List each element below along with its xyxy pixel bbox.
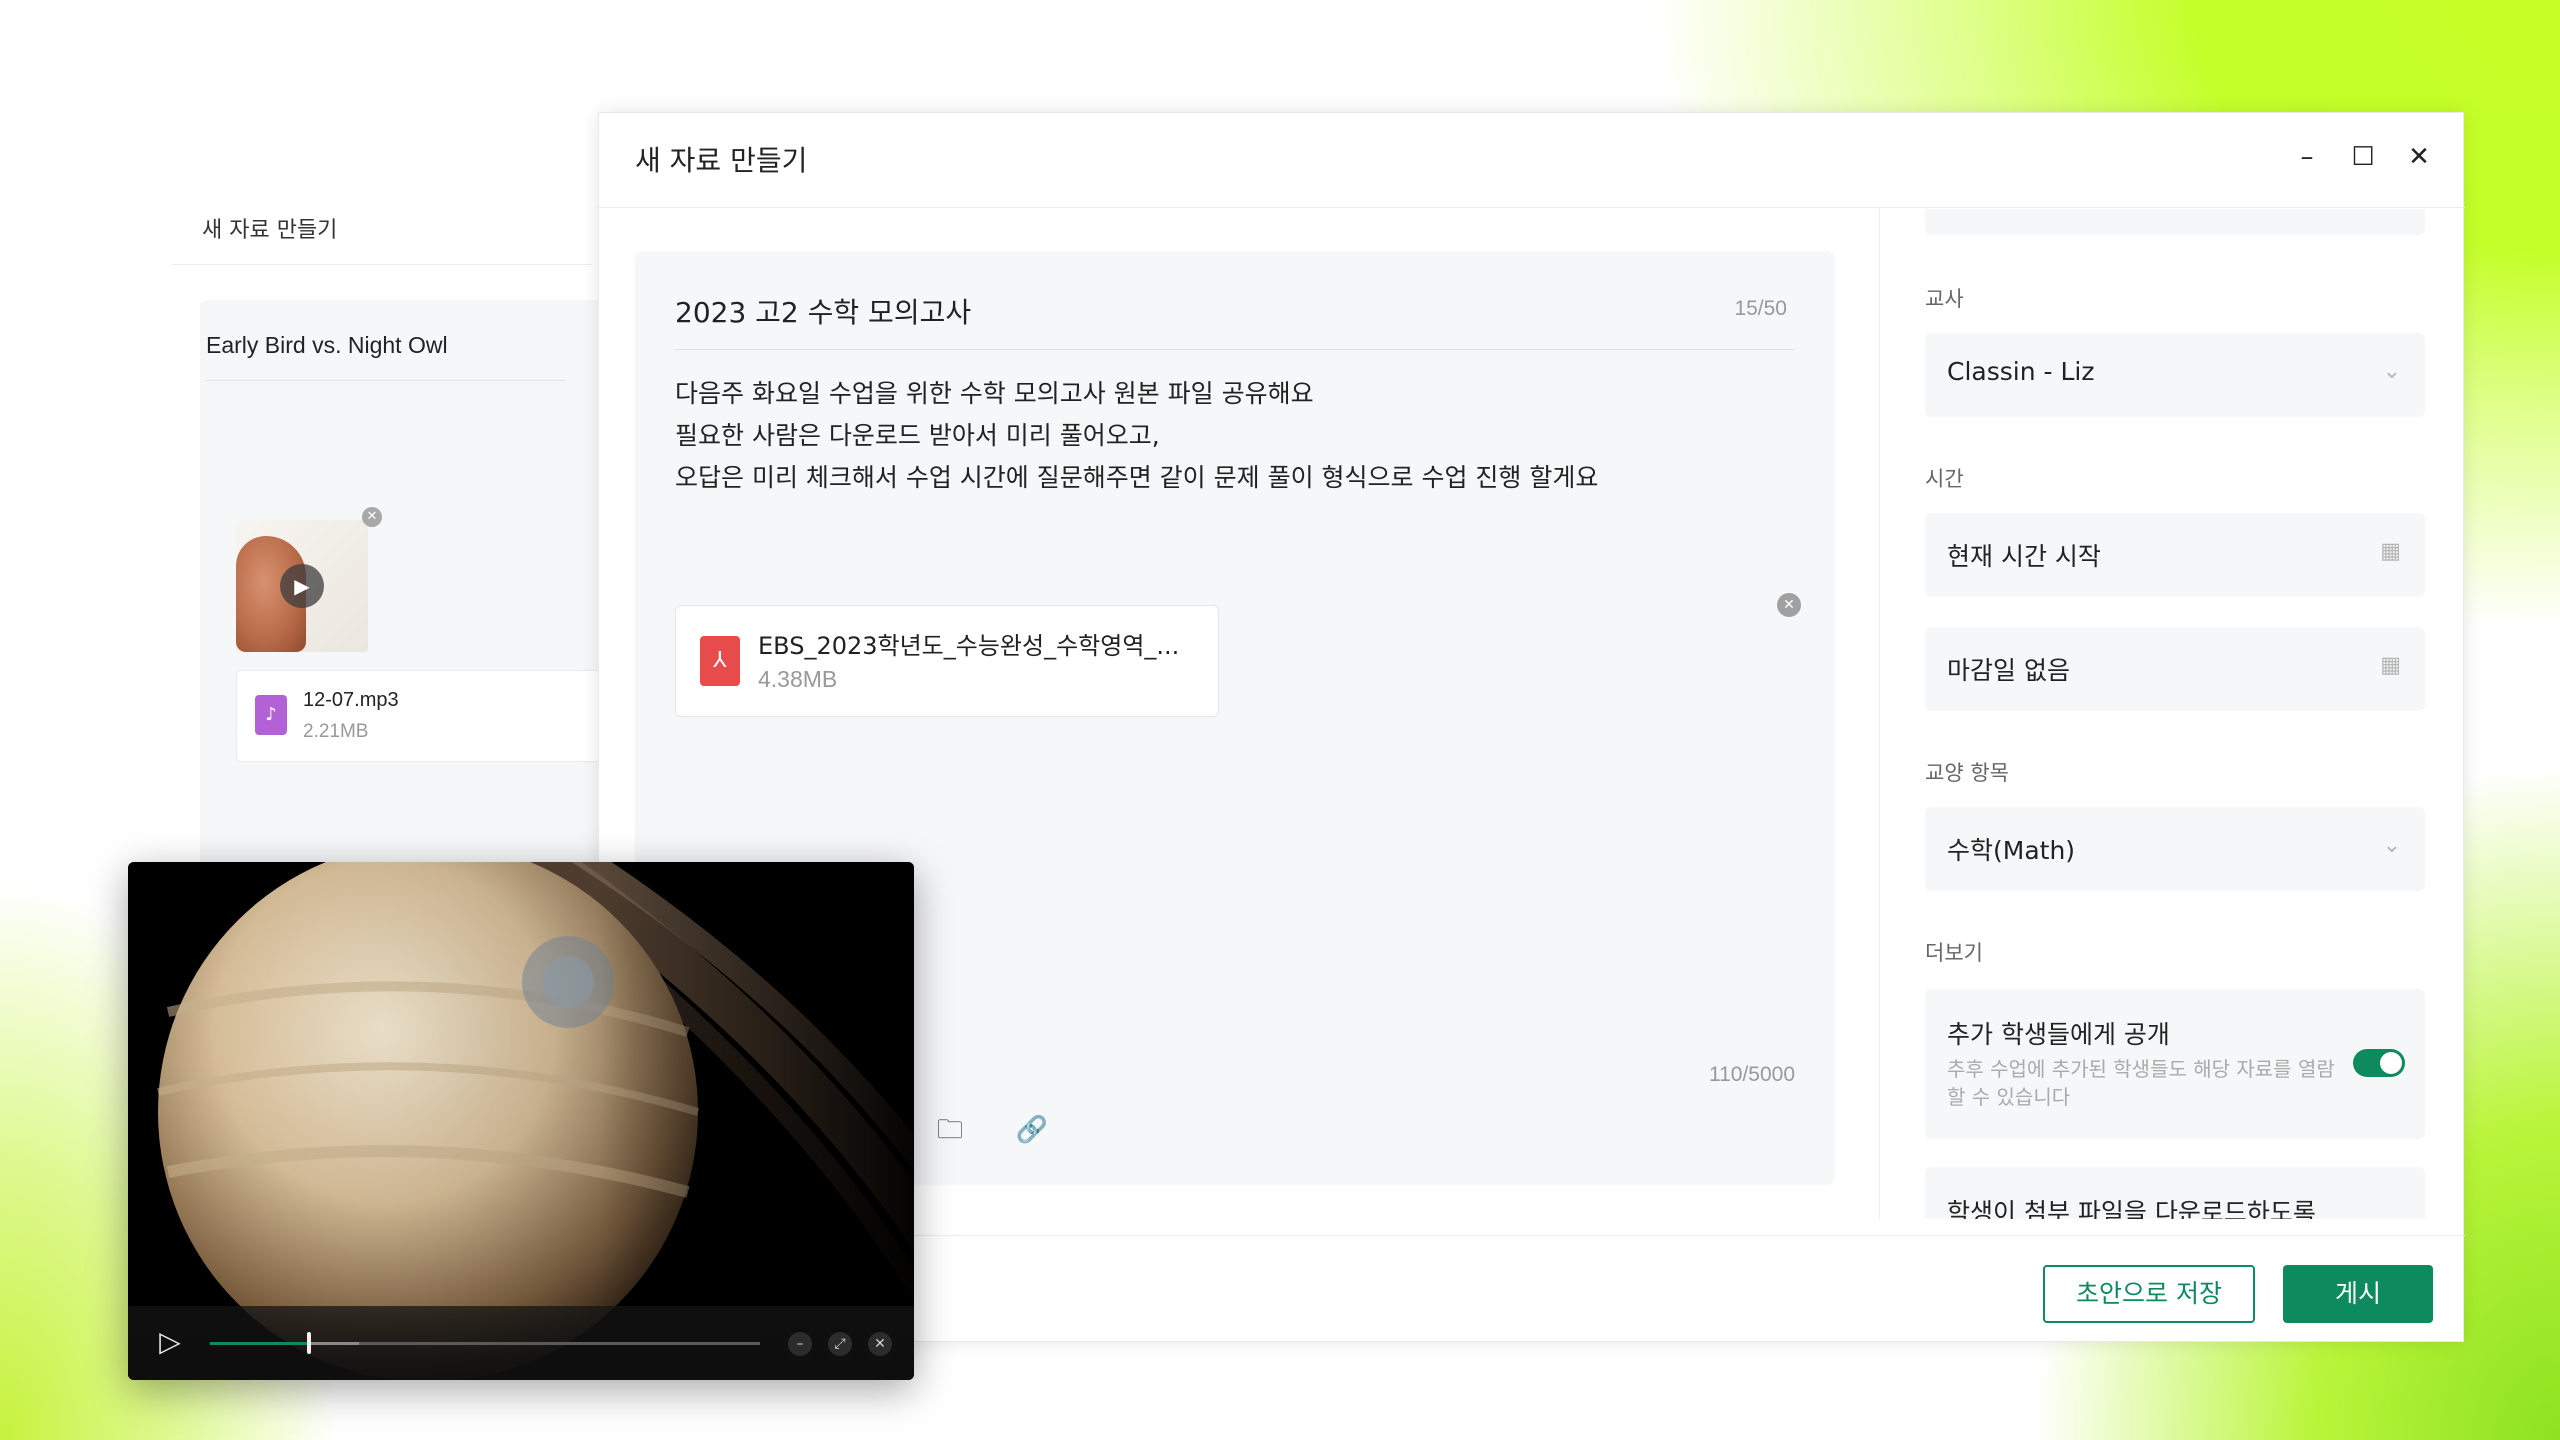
play-icon[interactable]: ▷ (152, 1324, 188, 1360)
start-time-field[interactable]: 현재 시간 시작 ▦ (1925, 513, 2425, 597)
divider (675, 349, 1795, 350)
public-toggle-switch[interactable] (2353, 1049, 2405, 1077)
teacher-label: 교사 (1925, 287, 1964, 311)
attachment-name: EBS_2023학년도_수능완성_수학영역_... (758, 632, 1180, 660)
pdf-attachment[interactable]: ⅄ EBS_2023학년도_수능완성_수학영역_... 4.38MB (675, 605, 1219, 717)
subject-label: 교양 항목 (1925, 761, 2009, 785)
player-controls: ▷ – ⤢ ✕ (128, 1306, 914, 1380)
minimize-icon[interactable]: – (2287, 137, 2327, 177)
calendar-icon: ▦ (2380, 653, 2401, 678)
progress-thumb[interactable] (307, 1332, 311, 1354)
settings-sidebar: 교사 Classin - Liz ⌄ 시간 현재 시간 시작 ▦ 마감일 없음 … (1925, 209, 2425, 1219)
calendar-icon: ▦ (2380, 539, 2401, 564)
subject-value: 수학(Math) (1947, 836, 2076, 865)
switch-knob (2380, 1052, 2402, 1074)
post-button[interactable]: 게시 (2283, 1265, 2433, 1323)
link-icon[interactable]: 🔗 (1015, 1113, 1049, 1147)
deadline-field[interactable]: 마감일 없음 ▦ (1925, 627, 2425, 711)
pdf-icon: ⅄ (700, 636, 740, 686)
divider (206, 380, 566, 381)
close-icon[interactable]: ✕ (2399, 137, 2439, 177)
save-draft-button[interactable]: 초안으로 저장 (2043, 1265, 2255, 1323)
close-icon[interactable]: ✕ (868, 1332, 892, 1356)
body-char-count: 110/5000 (1708, 1063, 1795, 1086)
divider (172, 264, 592, 265)
download-toggle-title: 학생이 첨부 파일을 다운로드하도록 (1947, 1198, 2316, 1219)
music-note-icon: ♪ (255, 695, 287, 735)
deadline-value: 마감일 없음 (1947, 656, 2070, 685)
video-thumbnail[interactable]: ▶ (236, 520, 368, 652)
title-char-count: 15/50 (1734, 297, 1787, 320)
maximize-icon[interactable]: ☐ (2343, 137, 2383, 177)
start-time-value: 현재 시간 시작 (1947, 542, 2101, 571)
document-title-input[interactable]: 2023 고2 수학 모의고사 (675, 291, 971, 331)
background-mask (0, 0, 1650, 115)
public-toggle-title: 추가 학생들에게 공개 (1947, 1020, 2170, 1049)
divider (1879, 209, 1880, 1219)
remove-thumbnail-icon[interactable]: ✕ (362, 507, 382, 527)
audio-attachment[interactable]: ♪ 12-07.mp3 2.21MB (236, 670, 616, 762)
public-toggle-desc: 추후 수업에 추가된 학생들도 해당 자료를 열람할 수 있습니다 (1947, 1057, 2335, 1109)
subject-select[interactable]: 수학(Math) ⌄ (1925, 807, 2425, 891)
field-box (1925, 209, 2425, 235)
body-line: 필요한 사람은 다운로드 받아서 미리 풀어오고, (675, 421, 1160, 450)
video-player[interactable]: ▷ – ⤢ ✕ (128, 862, 914, 1380)
audio-file-name: 12-07.mp3 (303, 689, 399, 711)
video-frame (128, 862, 914, 1380)
body-line: 다음주 화요일 수업을 위한 수학 모의고사 원본 파일 공유해요 (675, 379, 1314, 408)
remove-attachment-icon[interactable]: ✕ (1777, 593, 1801, 617)
attachment-size: 4.38MB (758, 666, 838, 692)
divider (599, 207, 2465, 208)
chevron-down-icon: ⌄ (2382, 833, 2401, 858)
folder-icon[interactable]: 🗀 (933, 1113, 967, 1147)
background-panel: 새 자료 만들기 Early Bird vs. Night Owl ▶ ✕ ♪ … (172, 150, 616, 920)
teacher-value: Classin - Liz (1947, 357, 2095, 386)
audio-file-size: 2.21MB (303, 721, 369, 742)
background-panel-title: 새 자료 만들기 (202, 218, 338, 243)
body-line: 오답은 미리 체크해서 수업 시간에 질문해주면 같이 문제 풀이 형식으로 수… (675, 463, 1599, 492)
public-toggle-row: 추가 학생들에게 공개 추후 수업에 추가된 학생들도 해당 자료를 열람할 수… (1925, 989, 2425, 1139)
progress-buffer (309, 1342, 359, 1345)
body-text-input[interactable]: 다음주 화요일 수업을 위한 수학 모의고사 원본 파일 공유해요 필요한 사람… (675, 373, 1598, 499)
time-label: 시간 (1925, 467, 1964, 491)
chevron-down-icon: ⌄ (2382, 359, 2401, 384)
progress-played (210, 1342, 309, 1345)
background-card-title: Early Bird vs. Night Owl (206, 332, 448, 358)
play-icon[interactable]: ▶ (280, 564, 324, 608)
download-toggle-row: 학생이 첨부 파일을 다운로드하도록 허용 (1925, 1167, 2425, 1219)
minimize-icon[interactable]: – (788, 1332, 812, 1356)
dialog-title: 새 자료 만들기 (635, 144, 808, 177)
teacher-select[interactable]: Classin - Liz ⌄ (1925, 333, 2425, 417)
more-label: 더보기 (1925, 941, 1983, 965)
fullscreen-icon[interactable]: ⤢ (828, 1332, 852, 1356)
